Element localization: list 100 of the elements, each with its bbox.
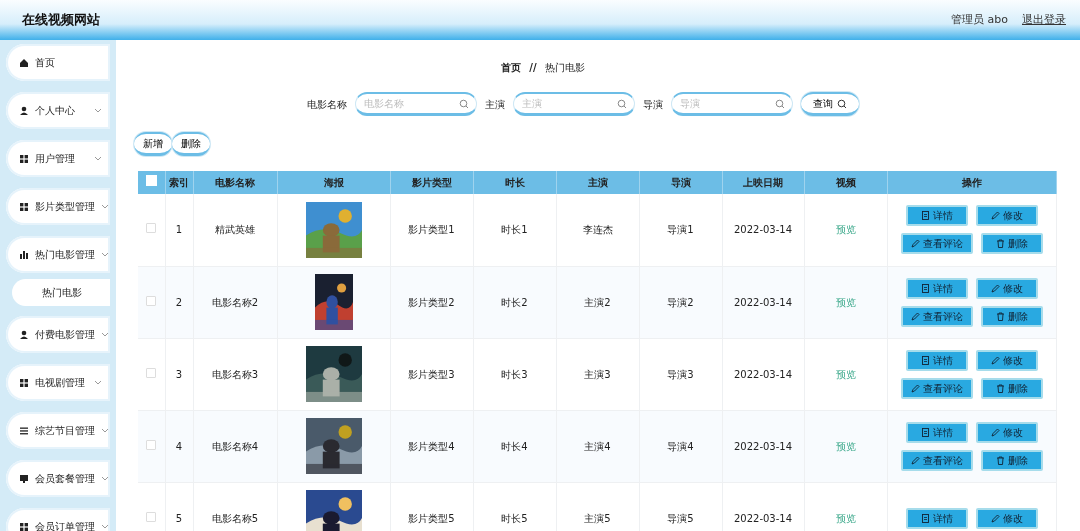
query-button[interactable]: 查询 <box>801 92 859 116</box>
grid-icon <box>19 201 29 212</box>
table-cell: 2022-03-14 <box>722 194 804 266</box>
sidebar-item[interactable]: 会员套餐管理 <box>6 460 110 497</box>
table-cell: 影片类型4 <box>390 410 473 482</box>
sidebar-item[interactable]: 首页 <box>6 44 110 81</box>
table-cell: 导演1 <box>639 194 722 266</box>
chevron-icon <box>101 251 109 258</box>
action-button[interactable]: 详情 <box>905 277 968 299</box>
table-cell: 导演2 <box>639 266 722 338</box>
action-button[interactable]: 查看评论 <box>900 233 973 255</box>
action-button[interactable]: 查看评论 <box>900 449 973 471</box>
action-button[interactable]: 修改 <box>975 205 1038 227</box>
action-button[interactable]: 修改 <box>975 277 1038 299</box>
breadcrumb-link[interactable]: 首页 <box>501 60 522 88</box>
action-button[interactable]: 删除 <box>980 305 1043 327</box>
sidebar-subitem[interactable]: 热门电影 <box>12 279 110 306</box>
table-cell: 主演5 <box>556 482 639 531</box>
trash-icon <box>995 239 1005 249</box>
column-header: 操作 <box>887 171 1056 194</box>
bar-chart-icon <box>19 249 29 260</box>
column-header: 导演 <box>639 171 722 194</box>
action-button[interactable]: 删除 <box>980 233 1043 255</box>
document-icon <box>920 427 930 437</box>
chevron-icon <box>101 331 109 338</box>
table-cell: 时长5 <box>473 482 556 531</box>
chevron-icon <box>94 379 102 386</box>
table-cell: 电影名称5 <box>193 482 277 531</box>
toolbar-button[interactable]: 删除 <box>172 132 210 156</box>
table-cell: 3 <box>165 338 193 410</box>
table-cell: 4 <box>165 410 193 482</box>
pen-icon <box>910 383 920 393</box>
table-cell: 5 <box>165 482 193 531</box>
monitor-icon <box>19 473 29 484</box>
document-icon <box>920 513 930 523</box>
sidebar-item[interactable]: 综艺节目管理 <box>6 412 110 449</box>
row-checkbox[interactable] <box>146 367 157 378</box>
grid-icon <box>19 521 29 531</box>
logout-link[interactable]: 退出登录 <box>1022 11 1066 29</box>
trash-icon <box>995 311 1005 321</box>
toolbar-button[interactable]: 新增 <box>134 132 172 156</box>
action-button[interactable]: 修改 <box>975 349 1038 371</box>
search-icon <box>459 99 469 109</box>
action-button[interactable]: 删除 <box>980 449 1043 471</box>
action-button[interactable]: 修改 <box>975 421 1038 443</box>
pen-icon <box>910 311 920 321</box>
breadcrumb-separator: // <box>529 61 537 75</box>
sidebar-item[interactable]: 付费电影管理 <box>6 316 110 353</box>
site-title: 在线视频网站 <box>22 11 100 30</box>
preview-link[interactable]: 预览 <box>835 224 856 236</box>
chevron-icon <box>101 523 109 530</box>
row-checkbox[interactable] <box>146 295 157 306</box>
action-button[interactable]: 查看评论 <box>900 305 973 327</box>
list-icon <box>19 425 29 436</box>
table-cell: 电影名称4 <box>193 410 277 482</box>
row-checkbox[interactable] <box>146 511 157 522</box>
chevron-icon <box>101 475 109 482</box>
search-icon <box>617 99 627 109</box>
search-icon <box>837 98 847 109</box>
pen-icon <box>990 513 1000 523</box>
row-checkbox[interactable] <box>146 439 157 450</box>
table-cell: 电影名称3 <box>193 338 277 410</box>
preview-link[interactable]: 预览 <box>835 512 856 524</box>
row-checkbox[interactable] <box>146 223 157 234</box>
sidebar-item[interactable]: 会员订单管理 <box>6 508 110 531</box>
action-button[interactable]: 修改 <box>975 507 1038 529</box>
action-button[interactable]: 详情 <box>905 205 968 227</box>
user-icon <box>19 329 29 340</box>
trash-icon <box>995 455 1005 465</box>
table-cell: 影片类型5 <box>390 482 473 531</box>
action-button[interactable]: 详情 <box>905 421 968 443</box>
table-cell: 影片类型1 <box>390 194 473 266</box>
table-cell: 2022-03-14 <box>722 482 804 531</box>
search-field[interactable]: 导演 <box>671 92 793 116</box>
table-cell: 2022-03-14 <box>722 410 804 482</box>
sidebar-item[interactable]: 电视剧管理 <box>6 364 110 401</box>
sidebar-item[interactable]: 影片类型管理 <box>6 188 110 225</box>
pen-icon <box>990 283 1000 293</box>
action-button[interactable]: 详情 <box>905 507 968 529</box>
table-cell: 李连杰 <box>556 194 639 266</box>
table-cell: 1 <box>165 194 193 266</box>
action-button[interactable]: 详情 <box>905 349 968 371</box>
table-cell: 时长3 <box>473 338 556 410</box>
home-icon <box>19 57 29 68</box>
action-button[interactable]: 查看评论 <box>900 377 973 399</box>
column-header: 时长 <box>473 171 556 194</box>
column-header: 影片类型 <box>390 171 473 194</box>
sidebar-item[interactable]: 热门电影管理 <box>6 236 110 273</box>
sidebar-item[interactable]: 个人中心 <box>6 92 110 129</box>
sidebar-item[interactable]: 用户管理 <box>6 140 110 177</box>
column-header: 主演 <box>556 171 639 194</box>
action-button[interactable]: 删除 <box>980 377 1043 399</box>
grid-icon <box>19 153 29 164</box>
table-cell: 精武英雄 <box>193 194 277 266</box>
table-cell: 导演3 <box>639 338 722 410</box>
document-icon <box>920 355 930 365</box>
select-all-checkbox[interactable] <box>145 175 157 186</box>
pen-icon <box>990 211 1000 221</box>
pen-icon <box>990 355 1000 365</box>
preview-link[interactable]: 预览 <box>835 368 856 380</box>
